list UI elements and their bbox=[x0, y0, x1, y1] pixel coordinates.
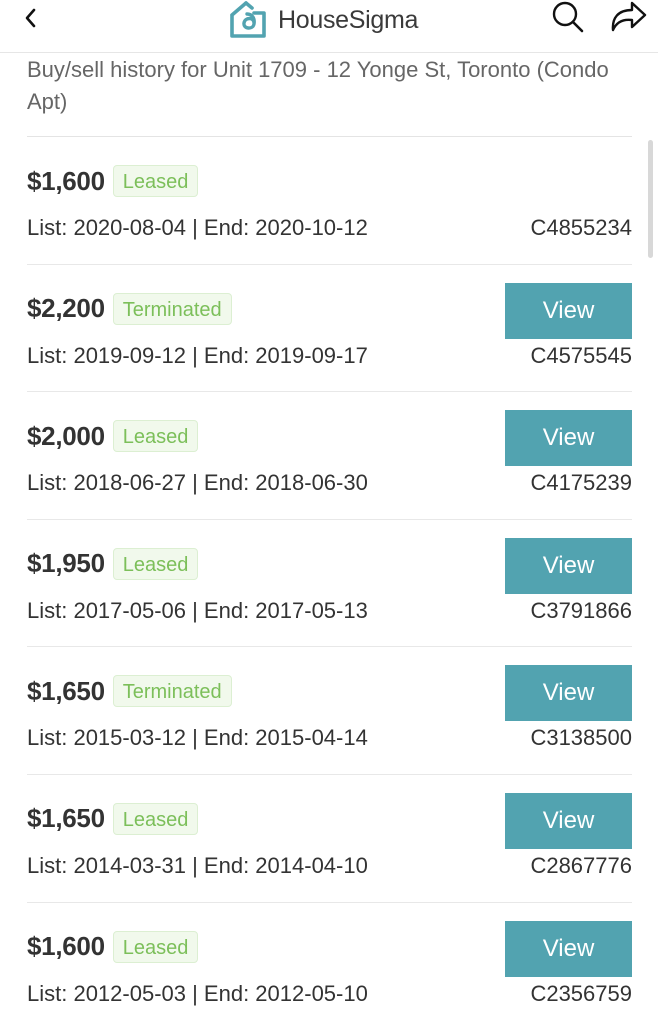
history-row: $1,650 Leased View List: 2014-03-31 | En… bbox=[27, 775, 632, 903]
view-button[interactable]: View bbox=[505, 792, 632, 849]
view-button[interactable]: View bbox=[505, 665, 632, 722]
mls-number: C2867776 bbox=[530, 852, 632, 878]
list-end-dates: List: 2019-09-12 | End: 2019-09-17 bbox=[27, 342, 368, 368]
search-button[interactable] bbox=[548, 0, 588, 34]
price: $1,600 bbox=[27, 165, 105, 196]
price: $1,650 bbox=[27, 803, 105, 834]
status-badge: Leased bbox=[112, 420, 199, 453]
scrollbar[interactable] bbox=[648, 140, 653, 258]
view-button[interactable]: View bbox=[505, 282, 632, 339]
mls-number: C2356759 bbox=[530, 980, 632, 1006]
list-end-dates: List: 2015-03-12 | End: 2015-04-14 bbox=[27, 725, 368, 751]
housesigma-logo[interactable]: HouseSigma bbox=[228, 0, 418, 40]
mls-number: C3791866 bbox=[530, 597, 632, 623]
history-row: $1,600 Leased List: 2020-08-04 | End: 20… bbox=[27, 137, 632, 265]
view-button[interactable]: View bbox=[505, 410, 632, 467]
view-button[interactable]: View bbox=[505, 537, 632, 594]
history-row: $1,650 Terminated View List: 2015-03-12 … bbox=[27, 647, 632, 775]
brand-name: HouseSigma bbox=[278, 5, 419, 34]
history-list: $1,600 Leased List: 2020-08-04 | End: 20… bbox=[27, 137, 632, 1030]
list-end-dates: List: 2017-05-06 | End: 2017-05-13 bbox=[27, 597, 368, 623]
share-button[interactable] bbox=[604, 0, 652, 34]
history-row: $1,600 Leased View List: 2012-05-03 | En… bbox=[27, 903, 632, 1030]
status-badge: Leased bbox=[112, 802, 199, 835]
status-badge: Terminated bbox=[112, 675, 232, 708]
status-badge: Leased bbox=[112, 165, 199, 197]
back-button[interactable] bbox=[20, 4, 44, 32]
list-end-dates: List: 2020-08-04 | End: 2020-10-12 bbox=[27, 215, 368, 240]
mls-number: C4855234 bbox=[530, 215, 632, 240]
history-row: $1,950 Leased View List: 2017-05-06 | En… bbox=[27, 520, 632, 648]
list-end-dates: List: 2012-05-03 | End: 2012-05-10 bbox=[27, 980, 368, 1006]
price: $2,200 bbox=[27, 293, 105, 324]
mls-number: C4175239 bbox=[530, 470, 632, 496]
mls-number: C3138500 bbox=[530, 725, 632, 751]
search-icon bbox=[552, 1, 584, 33]
house-logo-icon bbox=[230, 1, 266, 38]
price: $1,950 bbox=[27, 548, 105, 579]
list-end-dates: List: 2018-06-27 | End: 2018-06-30 bbox=[27, 470, 368, 496]
view-button[interactable]: View bbox=[505, 920, 632, 977]
chevron-left-icon bbox=[25, 8, 36, 28]
price: $1,600 bbox=[27, 931, 105, 962]
share-arrow-icon bbox=[611, 1, 647, 32]
list-end-dates: List: 2014-03-31 | End: 2014-04-10 bbox=[27, 852, 368, 878]
status-badge: Leased bbox=[112, 930, 199, 963]
history-row: $2,200 Terminated View List: 2019-09-12 … bbox=[27, 265, 632, 393]
price: $2,000 bbox=[27, 420, 105, 451]
top-navigation-bar: HouseSigma bbox=[0, 0, 658, 53]
mls-number: C4575545 bbox=[530, 342, 632, 368]
status-badge: Terminated bbox=[112, 292, 232, 325]
history-subtitle: Buy/sell history for Unit 1709 - 12 Yong… bbox=[27, 57, 609, 114]
history-row: $2,000 Leased View List: 2018-06-27 | En… bbox=[27, 392, 632, 520]
status-badge: Leased bbox=[112, 547, 199, 580]
price: $1,650 bbox=[27, 675, 105, 706]
